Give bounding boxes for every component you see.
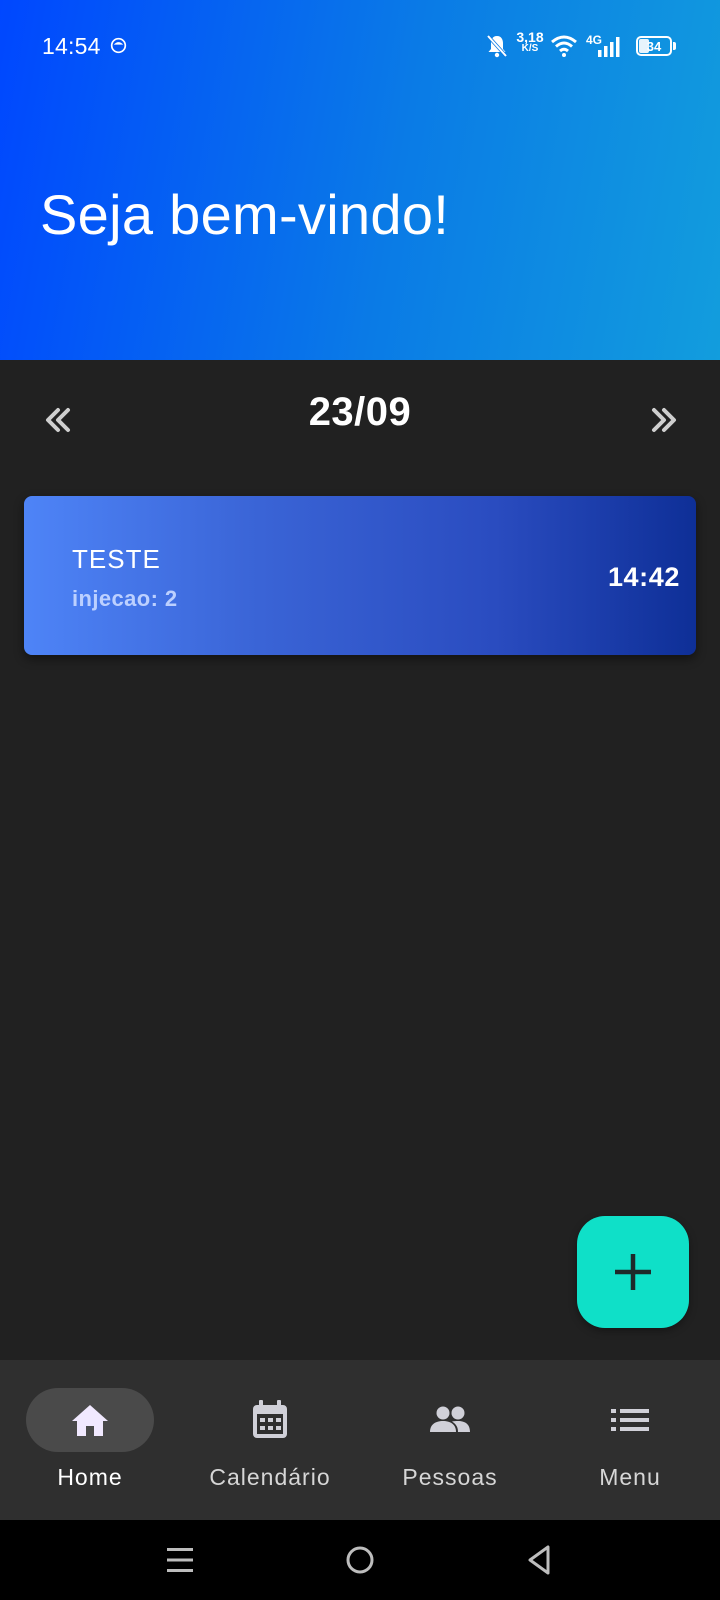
network-speed-unit: K/S [521, 43, 539, 54]
welcome-heading: Seja bem-vindo! [40, 183, 450, 246]
event-card[interactable]: TESTE injecao: 2 14:42 [24, 496, 696, 655]
status-bar: 14:54 3,18 K/S 4G 34 [0, 0, 720, 96]
add-button[interactable] [577, 1216, 689, 1328]
battery-indicator: 34 [636, 36, 672, 56]
system-navigation-bar [0, 1520, 720, 1600]
bell-off-icon [486, 34, 508, 58]
nav-item-menu[interactable]: Menu [540, 1360, 720, 1520]
back-triangle-icon[interactable] [520, 1540, 560, 1580]
status-time: 14:54 [42, 33, 101, 59]
signal-icon [598, 37, 620, 57]
nav-label-menu: Menu [599, 1464, 661, 1490]
event-time: 14:42 [607, 562, 680, 592]
nav-label-calendar: Calendário [209, 1464, 331, 1490]
battery-level: 34 [646, 39, 662, 54]
network-speed-value: 3,18 [516, 29, 544, 45]
people-icon [430, 1406, 470, 1432]
nav-label-home: Home [57, 1464, 123, 1490]
home-circle-icon[interactable] [340, 1540, 380, 1580]
bottom-navigation: Home Calendário Pessoas Menu [0, 1360, 720, 1520]
calendar-icon [253, 1400, 287, 1438]
nav-item-calendar[interactable]: Calendário [180, 1360, 360, 1520]
wifi-icon [551, 35, 577, 57]
event-title: TESTE [72, 544, 161, 574]
recents-icon[interactable] [160, 1540, 200, 1580]
nav-item-people[interactable]: Pessoas [360, 1360, 540, 1520]
network-speed: 3,18 K/S [514, 30, 546, 54]
event-subtitle: injecao: 2 [72, 586, 178, 611]
current-date: 23/09 [308, 390, 412, 434]
plus-icon [615, 1254, 651, 1290]
list-icon [611, 1409, 649, 1431]
header-banner: 14:54 3,18 K/S 4G 34 Seja bem-vindo! [0, 0, 720, 360]
home-icon [72, 1405, 108, 1436]
battery-tip [673, 42, 676, 50]
nav-label-people: Pessoas [402, 1464, 498, 1490]
app-notification-icon [110, 37, 127, 54]
nav-item-home[interactable]: Home [0, 1360, 180, 1520]
